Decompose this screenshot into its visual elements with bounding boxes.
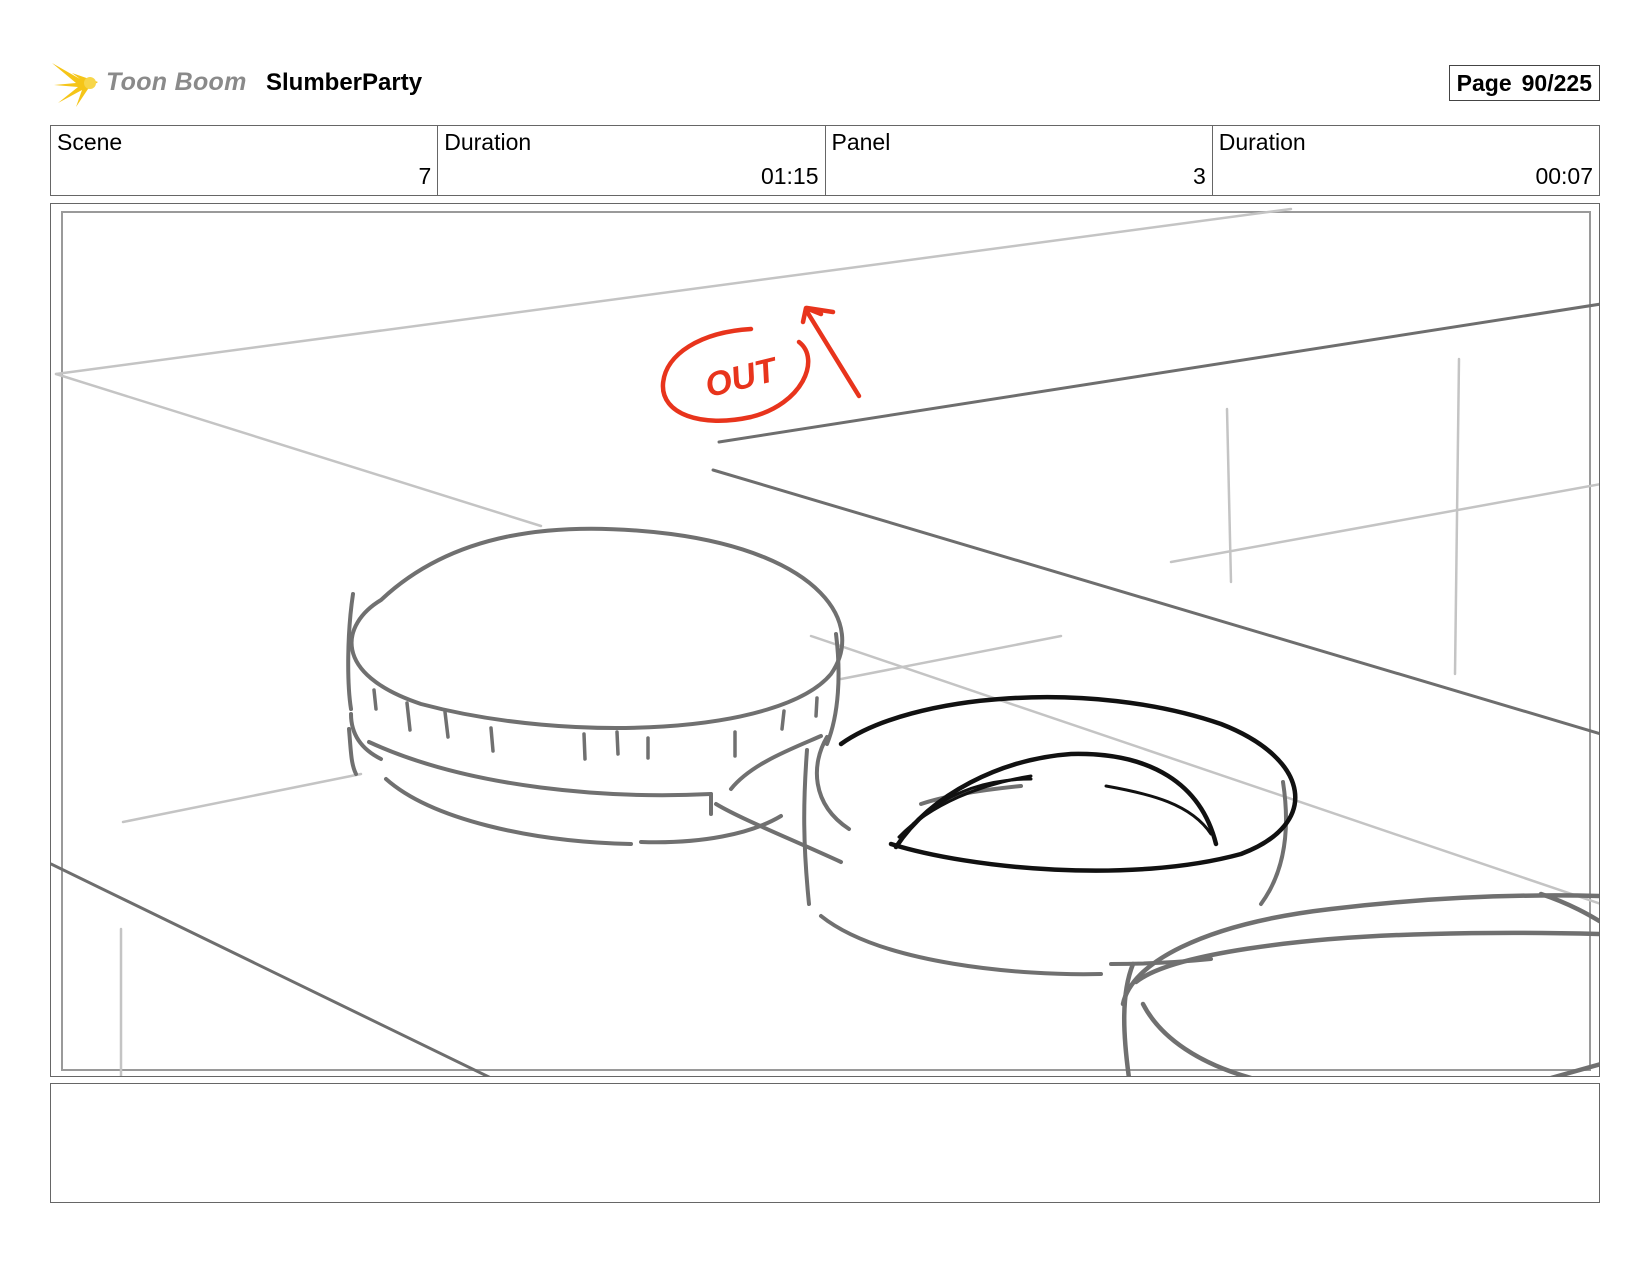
panel-notes	[50, 1083, 1600, 1203]
table-edges	[51, 302, 1599, 1076]
panel-duration-cell: Duration 00:07	[1213, 126, 1599, 195]
page-label: Page	[1456, 70, 1512, 96]
right-container-sketch	[1120, 891, 1599, 1076]
scene-duration-cell: Duration 01:15	[438, 126, 826, 195]
panel-duration-label: Duration	[1218, 129, 1306, 155]
logo-text: Toon Boom	[106, 68, 247, 96]
scene-duration-label: Duration	[444, 129, 532, 155]
arrow-shaft	[803, 307, 862, 399]
scene-duration-value: 01:15	[760, 163, 819, 189]
toon-boom-logo: Toon Boom	[50, 55, 247, 110]
panel-value: 3	[1192, 163, 1206, 189]
panel-duration-value: 00:07	[1535, 163, 1593, 189]
page-number: 90/225	[1521, 70, 1592, 96]
annotation-text: OUT	[701, 350, 783, 405]
scene-label: Scene	[57, 129, 123, 155]
scene-cell: Scene 7	[51, 126, 439, 195]
page-indicator: Page 90/225	[1448, 65, 1600, 101]
starburst-icon	[52, 63, 98, 107]
scene-value: 7	[418, 163, 432, 189]
project-title: SlumberParty	[266, 69, 423, 96]
left-container-sketch	[346, 526, 845, 864]
panel-cell: Panel 3	[826, 126, 1213, 195]
panel-label: Panel	[831, 129, 891, 155]
storyboard-panel: OUT	[50, 203, 1600, 1077]
panel-sketch: OUT	[51, 207, 1599, 1076]
panel-info-table: Scene 7 Duration 01:15 Panel 3 Duration …	[50, 125, 1600, 196]
page-header: Toon Boom SlumberParty Page 90/225	[50, 55, 1600, 110]
